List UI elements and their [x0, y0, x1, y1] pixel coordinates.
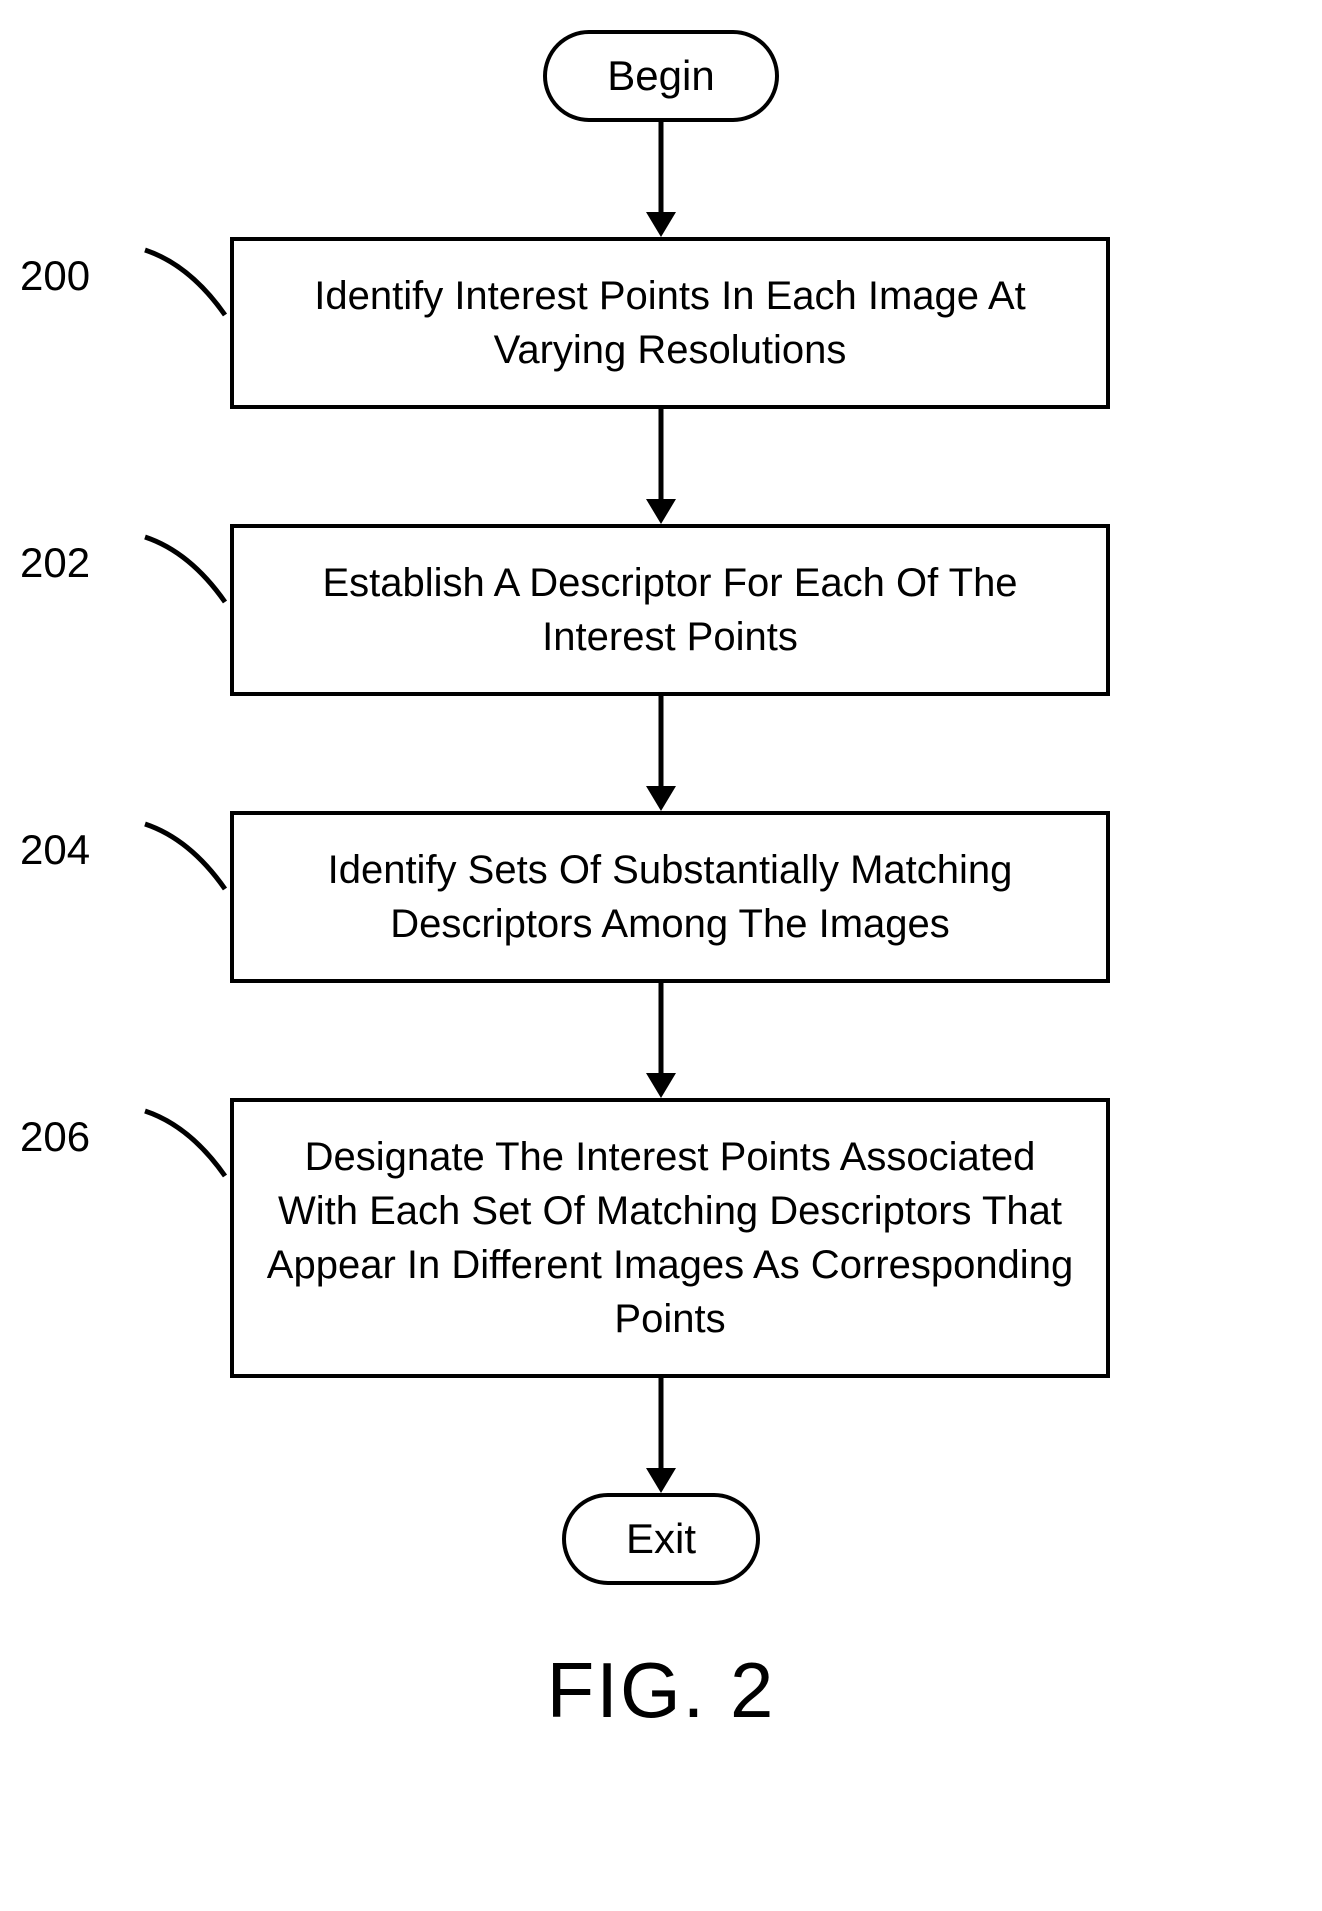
connector-icon: [140, 532, 230, 652]
step-row: 204 Identify Sets Of Substantially Match…: [20, 811, 1302, 983]
exit-label: Exit: [626, 1515, 696, 1562]
connector-icon: [140, 245, 230, 365]
figure-label: FIG. 2: [547, 1645, 776, 1736]
arrow-icon: [631, 122, 691, 237]
step-row: 202 Establish A Descriptor For Each Of T…: [20, 524, 1302, 696]
connector-icon: [140, 1106, 230, 1226]
step-box: Identify Interest Points In Each Image A…: [230, 237, 1110, 409]
begin-terminal: Begin: [543, 30, 778, 122]
arrow-icon: [631, 983, 691, 1098]
exit-terminal: Exit: [562, 1493, 760, 1585]
step-box: Establish A Descriptor For Each Of The I…: [230, 524, 1110, 696]
arrow-icon: [631, 696, 691, 811]
begin-label: Begin: [607, 52, 714, 99]
step-number: 206: [20, 1098, 140, 1161]
step-row: 200 Identify Interest Points In Each Ima…: [20, 237, 1302, 409]
step-number: 200: [20, 237, 140, 300]
step-text: Identify Sets Of Substantially Matching …: [328, 848, 1013, 946]
step-box: Designate The Interest Points Associated…: [230, 1098, 1110, 1378]
step-number: 202: [20, 524, 140, 587]
step-text: Designate The Interest Points Associated…: [267, 1135, 1073, 1341]
flowchart: Begin 200 Identify Interest Points In Ea…: [20, 30, 1302, 1736]
step-number: 204: [20, 811, 140, 874]
step-text: Establish A Descriptor For Each Of The I…: [322, 561, 1017, 659]
step-box: Identify Sets Of Substantially Matching …: [230, 811, 1110, 983]
arrow-icon: [631, 1378, 691, 1493]
connector-icon: [140, 819, 230, 939]
step-text: Identify Interest Points In Each Image A…: [314, 274, 1026, 372]
arrow-icon: [631, 409, 691, 524]
step-row: 206 Designate The Interest Points Associ…: [20, 1098, 1302, 1378]
